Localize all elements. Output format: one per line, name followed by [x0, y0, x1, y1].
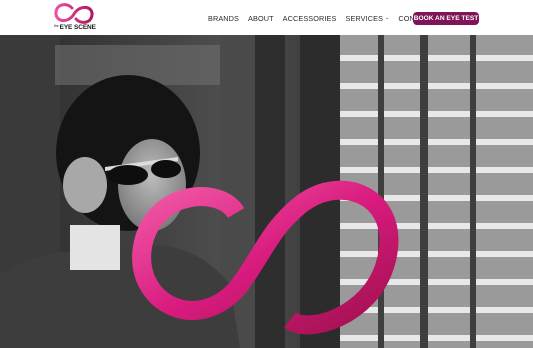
hero-banner: [0, 35, 533, 348]
infinity-loop-logo-icon: [54, 3, 94, 24]
nav-label: SERVICES: [345, 13, 384, 23]
nav-item-brands[interactable]: BRANDS: [208, 14, 239, 23]
hero-image: [0, 35, 533, 348]
nav-item-accessories[interactable]: ACCESSORIES: [283, 14, 337, 23]
nav-label: BRANDS: [208, 13, 240, 23]
site-logo[interactable]: theEYE SCENE: [52, 2, 96, 33]
logo-prefix: the: [54, 24, 59, 28]
nav-item-about[interactable]: ABOUT: [248, 14, 274, 23]
main-nav: BRANDS ABOUT ACCESSORIES SERVICES⌄ CONTA…: [208, 11, 443, 25]
logo-name: EYE SCENE: [59, 24, 96, 31]
nav-label: ABOUT: [248, 13, 274, 23]
book-eye-test-button[interactable]: BOOK AN EYE TEST: [413, 12, 479, 25]
nav-label: ACCESSORIES: [282, 13, 337, 23]
nav-item-services[interactable]: SERVICES ⌄: [345, 14, 389, 23]
chevron-down-icon: ⌄: [385, 15, 390, 21]
logo-text: theEYE SCENE: [54, 24, 96, 31]
site-header: theEYE SCENE BRANDS ABOUT ACCESSORIES SE…: [0, 0, 533, 35]
